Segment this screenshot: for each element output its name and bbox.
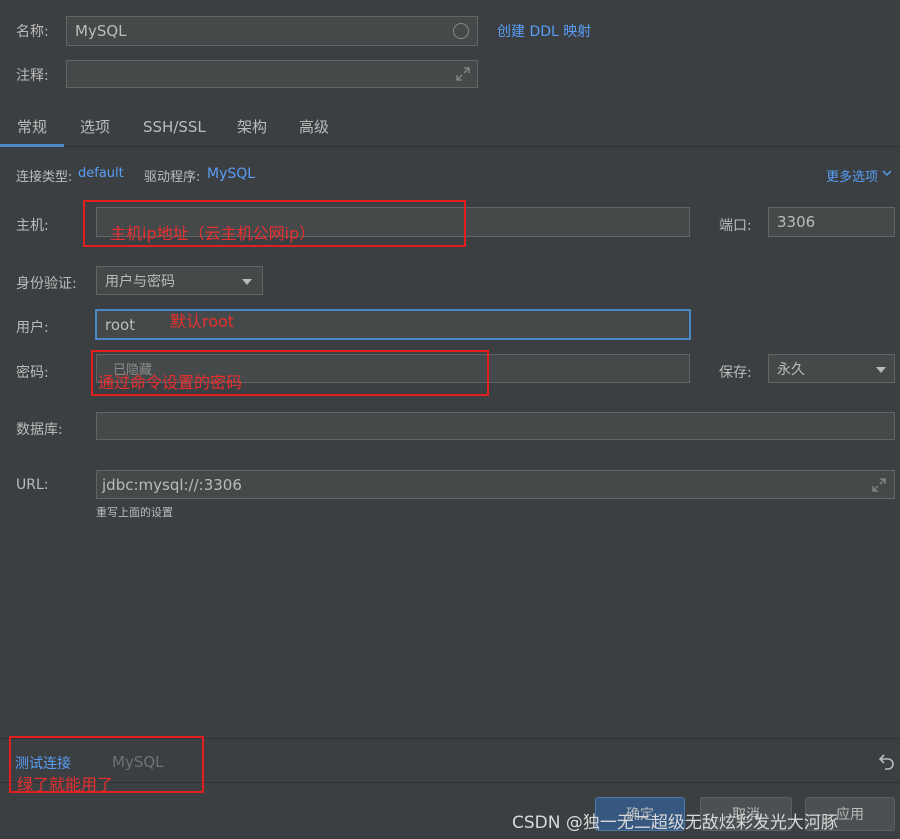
name-value: MySQL [75, 22, 127, 40]
user-value: root [105, 315, 136, 334]
port-value: 3306 [777, 213, 816, 231]
chevron-down-icon[interactable] [882, 169, 892, 177]
port-input[interactable]: 3306 [768, 207, 895, 237]
tab-schemas[interactable]: 架构 [237, 108, 267, 146]
save-value: 永久 [777, 361, 805, 378]
tab-ssh-ssl[interactable]: SSH/SSL [143, 108, 206, 146]
host-label: 主机: [16, 218, 49, 234]
name-label: 名称: [16, 24, 49, 40]
auth-value: 用户与密码 [105, 273, 175, 290]
driver-label: 驱动程序: [144, 170, 201, 185]
tab-general[interactable]: 常规 [17, 108, 47, 146]
url-value: jdbc:mysql://:3306 [102, 475, 242, 494]
user-annotation: 默认root [170, 312, 235, 331]
create-ddl-mapping-link[interactable]: 创建 DDL 映射 [497, 21, 591, 41]
database-input[interactable] [96, 412, 895, 440]
dropdown-arrow-icon [242, 279, 252, 285]
user-label: 用户: [16, 320, 49, 336]
test-annotation: 绿了就能用了 [17, 775, 114, 794]
comment-input[interactable] [66, 60, 478, 88]
active-tab-indicator [0, 144, 64, 147]
connection-type-label: 连接类型: [16, 170, 73, 185]
host-annotation: 主机ip地址（云主机公网ip） [110, 224, 316, 243]
more-options-link[interactable]: 更多选项 [826, 166, 878, 185]
url-label: URL: [16, 477, 49, 493]
database-label: 数据库: [16, 422, 63, 438]
url-input[interactable]: jdbc:mysql://:3306 [96, 470, 895, 499]
color-circle-icon[interactable] [453, 23, 469, 39]
tab-divider [0, 146, 900, 147]
password-label: 密码: [16, 365, 49, 381]
expand-icon[interactable] [872, 478, 886, 492]
driver-link[interactable]: MySQL [207, 166, 255, 182]
port-label: 端口: [719, 218, 752, 234]
reset-icon[interactable] [878, 752, 896, 770]
password-annotation: 通过命令设置的密码 [98, 373, 243, 392]
comment-label: 注释: [16, 68, 49, 84]
name-input[interactable]: MySQL [66, 16, 478, 46]
save-label: 保存: [719, 365, 752, 381]
auth-label: 身份验证: [16, 276, 77, 292]
save-select[interactable]: 永久 [768, 354, 895, 383]
tab-advanced[interactable]: 高级 [299, 108, 329, 146]
dropdown-arrow-icon [876, 367, 886, 373]
connection-type-link[interactable]: default [78, 166, 124, 181]
expand-icon[interactable] [456, 67, 470, 81]
watermark: CSDN @独一无二超级无敌炫彩发光大河豚 [512, 813, 838, 833]
auth-select[interactable]: 用户与密码 [96, 266, 263, 295]
url-hint: 重写上面的设置 [96, 506, 173, 519]
tab-options[interactable]: 选项 [80, 108, 110, 146]
